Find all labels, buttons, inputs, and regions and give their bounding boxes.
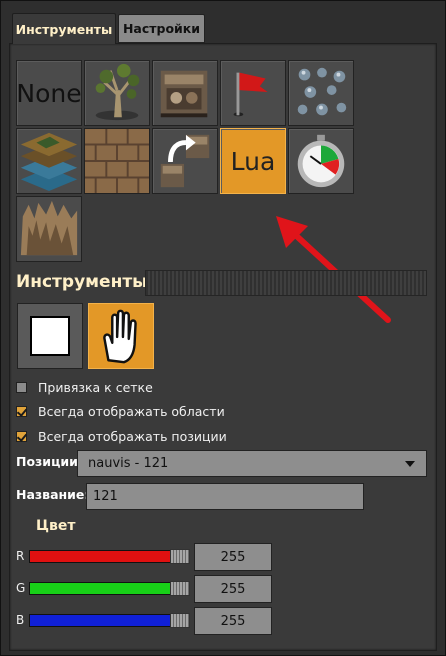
green-value-input[interactable]: 255 (194, 575, 272, 603)
tool-tiles-button[interactable] (16, 128, 82, 194)
tool-lua-label: Lua (230, 146, 276, 176)
section-divider (145, 270, 427, 296)
checkbox-box-checked[interactable] (16, 430, 27, 442)
color-section-title: Цвет (36, 518, 76, 534)
tool-none-button[interactable]: None (16, 60, 82, 126)
ore-icon (297, 67, 347, 116)
blue-slider-fill (30, 615, 188, 626)
green-value: 255 (220, 581, 246, 597)
tool-lua-button[interactable]: Lua (220, 128, 286, 194)
tool-none-label: None (16, 78, 82, 108)
checkbox-box[interactable] (16, 381, 27, 393)
positions-dropdown[interactable]: nauvis - 121 (77, 450, 427, 477)
tool-grid: None Lua (16, 60, 356, 264)
tool-clone-button[interactable] (152, 128, 218, 194)
red-slider-handle[interactable] (170, 549, 190, 564)
tab-settings[interactable]: Настройки (118, 14, 205, 43)
square-icon (30, 316, 70, 356)
red-slider-fill (30, 551, 188, 562)
tool-cliff-button[interactable] (16, 196, 82, 262)
tool-resources-button[interactable] (288, 60, 354, 126)
green-slider[interactable] (29, 581, 190, 596)
red-value: 255 (220, 549, 246, 565)
flag-icon (233, 72, 268, 117)
tree-icon (95, 63, 140, 121)
tools-section-title: Инструменты (16, 272, 148, 292)
always-show-positions-checkbox[interactable]: Всегда отображать позиции (16, 426, 227, 446)
positions-selected-value: nauvis - 121 (88, 456, 169, 471)
blue-slider[interactable] (29, 613, 190, 628)
name-input-value: 121 (93, 489, 118, 504)
red-value-input[interactable]: 255 (194, 543, 272, 571)
tab-tools[interactable]: Инструменты (12, 13, 116, 44)
tool-decoratives-button[interactable] (84, 128, 150, 194)
stopwatch-icon (297, 134, 345, 188)
chevron-down-icon (405, 460, 415, 467)
blue-value-input[interactable]: 255 (194, 607, 272, 635)
green-slider-fill (30, 583, 188, 594)
rectangle-mode-button[interactable] (17, 303, 83, 369)
red-channel-label: R (16, 549, 25, 563)
checkbox-box-checked[interactable] (16, 405, 27, 417)
always-show-areas-checkbox[interactable]: Всегда отображать области (16, 401, 225, 421)
tiles-icon (20, 132, 78, 192)
snap-to-grid-label: Привязка к сетке (38, 379, 153, 395)
tool-flag-button[interactable] (220, 60, 286, 126)
cliff-icon (17, 197, 81, 261)
clone-icon (160, 134, 210, 188)
blue-slider-handle[interactable] (170, 613, 190, 628)
name-input[interactable]: 121 (86, 483, 364, 510)
positions-label: Позиции (16, 454, 78, 469)
hand-mode-button[interactable] (88, 303, 154, 369)
brick-floor-icon (85, 129, 149, 193)
hand-icon (103, 309, 137, 364)
tool-entity-button[interactable] (152, 60, 218, 126)
tool-tree-button[interactable] (84, 60, 150, 126)
green-slider-handle[interactable] (170, 581, 190, 596)
always-show-positions-label: Всегда отображать позиции (38, 428, 227, 444)
blue-value: 255 (220, 613, 246, 629)
name-label: Название: (16, 487, 90, 502)
tool-time-button[interactable] (288, 128, 354, 194)
green-channel-label: G (16, 581, 26, 595)
always-show-areas-label: Всегда отображать области (38, 403, 225, 419)
blue-channel-label: B (16, 613, 25, 627)
assembler-icon (160, 70, 208, 118)
red-slider[interactable] (29, 549, 190, 564)
snap-to-grid-checkbox[interactable]: Привязка к сетке (16, 377, 153, 397)
